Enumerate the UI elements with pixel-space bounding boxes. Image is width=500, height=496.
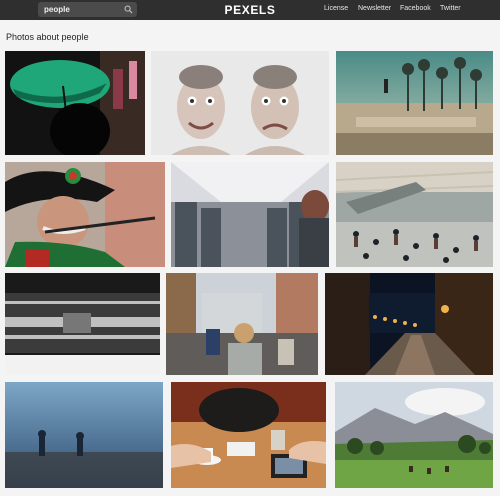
- nav-link-license[interactable]: License: [324, 5, 348, 12]
- photo-mountain-meadow[interactable]: [335, 382, 493, 488]
- photo-blurred-train[interactable]: [5, 273, 160, 375]
- top-navigation-bar: PEXELS License Newsletter Facebook Twitt…: [0, 0, 500, 20]
- nav-link-facebook[interactable]: Facebook: [400, 5, 431, 12]
- search-input[interactable]: [38, 2, 122, 17]
- nav-link-newsletter[interactable]: Newsletter: [358, 5, 391, 12]
- photo-green-umbrella[interactable]: [5, 51, 145, 155]
- photo-city-street[interactable]: [166, 273, 318, 375]
- photo-station-crowd[interactable]: [336, 162, 493, 267]
- photo-cafe-table[interactable]: [171, 382, 326, 488]
- photo-skatepark[interactable]: [336, 51, 493, 155]
- photo-night-street[interactable]: [325, 273, 493, 375]
- nav-link-twitter[interactable]: Twitter: [440, 5, 461, 12]
- photo-airplane-cabin[interactable]: [171, 162, 329, 267]
- page-title: Photos about people: [6, 32, 89, 42]
- photo-musician[interactable]: [5, 162, 165, 267]
- site-logo[interactable]: PEXELS: [220, 3, 280, 17]
- search-icon[interactable]: [124, 5, 133, 14]
- search-box[interactable]: [38, 2, 137, 17]
- photo-foggy-field[interactable]: [5, 382, 163, 488]
- photo-two-faces[interactable]: [151, 51, 329, 155]
